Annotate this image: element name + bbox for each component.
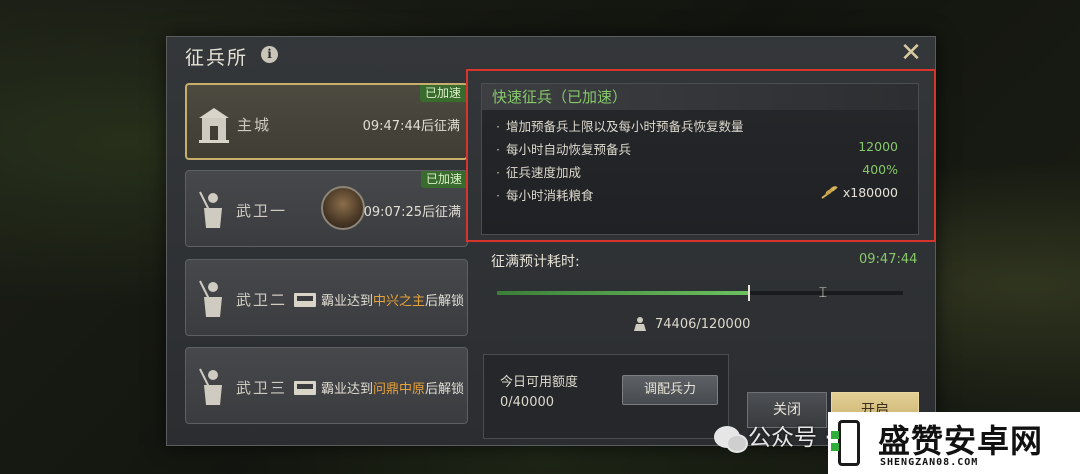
soldier-icon <box>199 191 222 228</box>
troop-count: 74406/120000 <box>655 317 751 332</box>
troop-progress-bar: ⌶ <box>497 285 903 301</box>
brand-watermark: 盛赞安卓网 SHENGZAN08.COM <box>828 412 1080 474</box>
quick-conscription-header: 快速征兵（已加速） <box>482 84 918 110</box>
slot-guard-3[interactable]: 武卫三 霸业达到问鼎中原后解锁 <box>185 347 468 424</box>
info-value: 12000 <box>858 139 898 154</box>
slot-main-city[interactable]: 已加速 主城 09:47:44后征满 <box>185 83 468 160</box>
phone-logo-icon <box>831 420 860 466</box>
soldier-icon <box>199 280 222 317</box>
rank-icon <box>294 381 316 395</box>
conscription-dialog: 征兵所 i ✕ 已加速 主城 09:47:44后征满 已加速 武卫一 09:07… <box>166 36 936 446</box>
general-portrait[interactable] <box>321 186 365 230</box>
quick-conscription-panel: 快速征兵（已加速） · 增加预备兵上限以及每小时预备兵恢复数量 · 每小时自动恢复预… <box>481 83 919 235</box>
unlock-requirement: 霸业达到问鼎中原后解锁 <box>294 378 464 397</box>
accelerated-badge: 已加速 <box>419 85 466 102</box>
info-row: · 每小时自动恢复预备兵 12000 <box>496 139 898 157</box>
slot-guard-1[interactable]: 已加速 武卫一 09:07:25后征满 <box>185 170 468 247</box>
accelerated-badge: 已加速 <box>420 171 467 188</box>
wechat-icon <box>714 426 748 453</box>
info-icon[interactable]: i <box>261 46 278 63</box>
slot-status: 09:47:44后征满 <box>362 119 460 134</box>
brand-name: 盛赞安卓网 <box>878 422 1044 460</box>
capacity-marker-icon: ⌶ <box>818 285 828 301</box>
troops-icon <box>634 317 646 331</box>
info-value: x180000 <box>821 185 898 200</box>
unlock-requirement: 霸业达到中兴之主后解锁 <box>294 290 464 309</box>
info-row: · 增加预备兵上限以及每小时预备兵恢复数量 <box>496 119 744 134</box>
rank-icon <box>294 293 316 307</box>
wechat-watermark: 公众号 · <box>714 418 832 453</box>
info-value: 400% <box>862 162 898 177</box>
info-row: · 每小时消耗粮食 x180000 <box>496 185 898 203</box>
slot-name: 武卫二 <box>236 291 288 309</box>
fill-time-label: 征满预计耗时: <box>491 254 580 270</box>
info-row: · 征兵速度加成 400% <box>496 162 898 180</box>
slot-name: 武卫一 <box>236 202 288 220</box>
close-icon[interactable]: ✕ <box>899 40 923 66</box>
quota-label: 今日可用额度 <box>500 375 579 390</box>
dialog-title: 征兵所 <box>185 47 249 69</box>
quota-value: 0/40000 <box>500 395 555 410</box>
city-gate-icon <box>199 108 229 143</box>
daily-quota-panel: 今日可用额度 0/40000 调配兵力 <box>483 354 729 439</box>
slot-guard-2[interactable]: 武卫二 霸业达到中兴之主后解锁 <box>185 259 468 336</box>
grain-icon <box>821 186 838 199</box>
slot-name: 武卫三 <box>236 379 288 397</box>
progress-fill <box>497 291 749 295</box>
soldier-icon <box>199 368 222 405</box>
slot-name: 主城 <box>237 116 272 134</box>
brand-url: SHENGZAN08.COM <box>880 457 979 468</box>
fill-time-value: 09:47:44 <box>859 252 918 267</box>
allocate-troops-button[interactable]: 调配兵力 <box>622 375 718 405</box>
progress-marker <box>748 285 750 301</box>
slot-status: 09:07:25后征满 <box>363 205 461 220</box>
